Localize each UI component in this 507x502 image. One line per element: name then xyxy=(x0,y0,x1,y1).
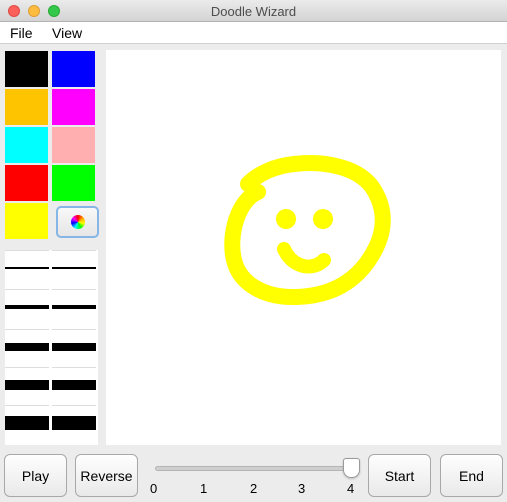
slider-tick-1: 1 xyxy=(200,481,208,496)
color-swatch-pink[interactable] xyxy=(52,127,95,163)
reverse-button[interactable]: Reverse xyxy=(75,454,138,497)
stroke-cell-divider xyxy=(52,405,96,406)
stroke-width-option[interactable] xyxy=(5,380,49,390)
stroke-cell-divider xyxy=(52,289,96,290)
timeline-slider-track[interactable] xyxy=(155,466,355,471)
stroke-cell-divider xyxy=(5,367,49,368)
slider-tick-3: 3 xyxy=(298,481,306,496)
color-swatch-cyan[interactable] xyxy=(5,127,48,163)
start-button[interactable]: Start xyxy=(368,454,431,497)
smiley-mouth xyxy=(277,242,331,274)
smiley-outline xyxy=(224,155,391,306)
color-swatch-blue[interactable] xyxy=(52,51,95,87)
stroke-width-selector xyxy=(5,250,98,445)
smiley-left-eye xyxy=(276,209,296,229)
smiley-right-eye xyxy=(313,209,333,229)
stroke-cell-divider xyxy=(52,329,96,330)
stroke-width-option[interactable] xyxy=(5,305,49,309)
end-button[interactable]: End xyxy=(440,454,503,497)
stroke-cell-divider xyxy=(5,405,49,406)
color-swatch-green[interactable] xyxy=(52,165,95,201)
slider-tick-4: 4 xyxy=(347,481,355,496)
stroke-cell-divider xyxy=(52,367,96,368)
color-swatch-black[interactable] xyxy=(5,51,48,87)
smiley-drawing xyxy=(224,155,391,306)
slider-tick-0: 0 xyxy=(150,481,158,496)
window-title: Doodle Wizard xyxy=(210,4,297,19)
menu-file[interactable]: File xyxy=(10,25,33,41)
stroke-width-option[interactable] xyxy=(52,343,96,351)
color-swatch-red[interactable] xyxy=(5,165,48,201)
color-swatch-magenta[interactable] xyxy=(52,89,95,125)
play-button[interactable]: Play xyxy=(4,454,67,497)
stroke-width-option[interactable] xyxy=(5,343,49,351)
stroke-width-option[interactable] xyxy=(5,416,49,430)
title-bar[interactable]: Doodle Wizard xyxy=(0,0,507,22)
color-picker-button[interactable] xyxy=(56,206,99,238)
menu-view[interactable]: View xyxy=(52,25,82,41)
stroke-width-option[interactable] xyxy=(52,380,96,390)
slider-tick-2: 2 xyxy=(250,481,258,496)
menu-bar: File View xyxy=(0,22,507,44)
timeline-slider-thumb[interactable] xyxy=(343,458,360,478)
color-wheel-icon xyxy=(71,215,85,229)
stroke-width-option[interactable] xyxy=(52,267,96,269)
stroke-cell-divider xyxy=(5,289,49,290)
color-swatch-orange[interactable] xyxy=(5,89,48,125)
stroke-width-option[interactable] xyxy=(52,416,96,430)
app-window: Doodle Wizard File View Play Reverse 0 1… xyxy=(0,0,507,502)
stroke-width-option[interactable] xyxy=(52,305,96,309)
stroke-cell-divider xyxy=(5,329,49,330)
drawing-canvas[interactable] xyxy=(106,50,501,445)
color-swatch-yellow[interactable] xyxy=(5,203,48,239)
stroke-width-option[interactable] xyxy=(5,267,49,269)
stroke-cell-divider xyxy=(5,250,49,251)
stroke-cell-divider xyxy=(52,250,96,251)
